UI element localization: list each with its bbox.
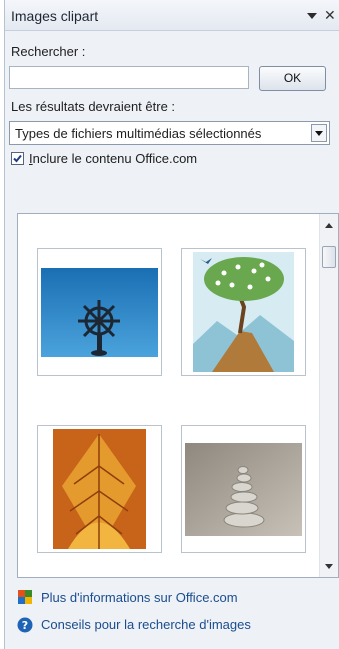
ok-button[interactable]: OK <box>259 66 326 91</box>
include-office-label-rest: nclure le contenu Office.com <box>32 151 198 166</box>
stacked-stones-clipart <box>185 443 302 536</box>
close-icon[interactable]: ✕ <box>324 8 338 22</box>
result-thumbnail[interactable] <box>181 425 306 553</box>
include-office-checkbox[interactable] <box>11 152 24 165</box>
results-list <box>17 213 339 578</box>
pane-title: Images clipart <box>11 8 99 24</box>
result-thumbnail[interactable] <box>37 248 162 376</box>
svg-text:?: ? <box>22 619 28 632</box>
tree-on-mountain-clipart <box>193 252 294 372</box>
result-thumbnail[interactable] <box>181 248 306 376</box>
search-label: Rechercher : <box>11 44 86 59</box>
ship-wheel-clipart <box>41 268 158 357</box>
media-type-select[interactable]: Types de fichiers multimédias sélectionn… <box>9 121 330 145</box>
search-input[interactable] <box>9 66 249 89</box>
checkmark-icon <box>13 154 22 163</box>
include-office-label[interactable]: Inclure le contenu Office.com <box>29 151 197 166</box>
pane-title-bar: Images clipart ✕ <box>5 0 339 31</box>
clipart-task-pane: Images clipart ✕ Rechercher : OK Les rés… <box>4 0 339 649</box>
dropdown-triangle-icon[interactable] <box>306 10 318 22</box>
autumn-leaves-clipart <box>53 429 146 549</box>
result-thumbnail[interactable] <box>37 425 162 553</box>
results-filter-label: Les résultats devraient être : <box>11 99 176 114</box>
results-scrollbar[interactable] <box>319 214 338 577</box>
scroll-down-icon[interactable] <box>324 562 334 570</box>
scroll-up-icon[interactable] <box>324 222 334 230</box>
chevron-down-icon[interactable] <box>311 124 327 142</box>
search-tips-link[interactable]: Conseils pour la recherche d'images <box>41 617 251 632</box>
media-type-select-value: Types de fichiers multimédias sélectionn… <box>15 126 262 141</box>
office-logo-icon <box>18 590 32 604</box>
scroll-thumb[interactable] <box>322 246 336 268</box>
help-icon: ? <box>17 617 33 633</box>
more-info-link[interactable]: Plus d'informations sur Office.com <box>41 590 238 605</box>
